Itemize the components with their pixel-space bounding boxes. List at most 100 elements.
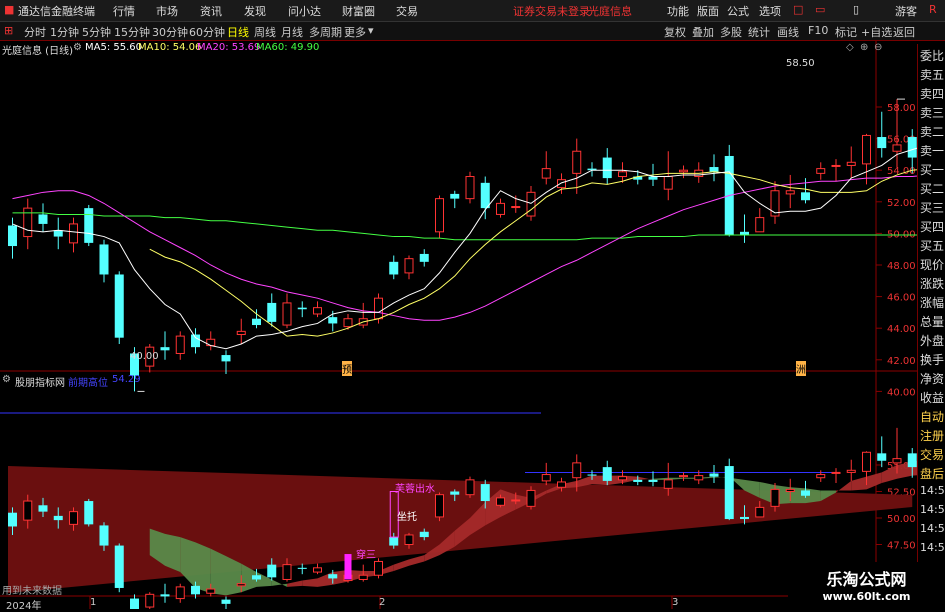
yaxis-tick-label: 42.00 — [887, 356, 916, 367]
ma5-line — [12, 147, 917, 350]
sidebar-item[interactable]: 总量 — [920, 313, 944, 330]
ma10-label: MA10: 54.06 — [138, 42, 202, 53]
sidebar-item[interactable]: 14:56 — [920, 503, 945, 516]
main-candle-body — [297, 307, 307, 310]
indicator-tick-label: 50.00 — [887, 514, 916, 525]
btn-multistock[interactable]: 多股 — [720, 24, 742, 40]
sidebar-item[interactable]: 收益 — [920, 389, 944, 406]
menu-news[interactable]: 资讯 — [200, 3, 222, 19]
btn-f10[interactable]: F10 — [808, 24, 828, 37]
indicator-candle-body — [709, 473, 719, 477]
btn-adjust[interactable]: 复权 — [664, 24, 686, 40]
ma60-label: MA60: 49.90 — [256, 42, 320, 53]
sidebar-item[interactable]: 涨跌 — [920, 275, 944, 292]
period-intraday[interactable]: 分时 — [24, 24, 46, 40]
sidebar-item[interactable]: 买三 — [920, 199, 944, 216]
sidebar-item[interactable]: 14:56 — [920, 541, 945, 554]
sidebar-item[interactable]: 外盘 — [920, 332, 944, 349]
sidebar-item[interactable]: 卖三 — [920, 104, 944, 121]
sidebar-item[interactable]: 卖二 — [920, 123, 944, 140]
period-multi[interactable]: 多周期 — [309, 24, 342, 40]
indicator-settings-icon[interactable]: ⚙ — [2, 374, 11, 385]
btn-overlay[interactable]: 叠加 — [692, 24, 714, 40]
indicator-candle-body — [282, 564, 292, 580]
guest-label[interactable]: 游客 — [895, 3, 917, 19]
main-candle-body — [435, 198, 444, 233]
main-candle-body — [541, 168, 551, 179]
sidebar-item[interactable]: 卖一 — [920, 142, 944, 159]
sidebar-item[interactable]: 换手 — [920, 351, 944, 368]
indicator-candle-body — [511, 499, 521, 502]
btn-add-watch[interactable]: +自选 — [861, 24, 892, 40]
period-30min[interactable]: 30分钟 — [152, 24, 188, 40]
kline-chart[interactable]: 58.0056.0054.0052.0050.0048.0046.0044.00… — [0, 41, 917, 609]
chevron-down-icon[interactable]: ▾ — [368, 24, 374, 37]
menu-trade[interactable]: 交易 — [396, 3, 418, 19]
indicator-candle-body — [23, 500, 33, 521]
menu-quotes[interactable]: 行情 — [113, 3, 135, 19]
period-weekly[interactable]: 周线 — [254, 24, 276, 40]
zoom-out-icon[interactable]: ⊖ — [874, 42, 882, 53]
server-icon[interactable]: □ — [793, 3, 803, 16]
menu-discover[interactable]: 发现 — [244, 3, 266, 19]
indicator-cloud — [866, 472, 882, 490]
sidebar-item[interactable]: 买一 — [920, 161, 944, 178]
watermark-url: www.60lt.com — [822, 590, 911, 603]
main-candle-body — [236, 330, 246, 336]
sidebar-item[interactable]: 自动 — [920, 408, 944, 425]
period-5min[interactable]: 5分钟 — [82, 24, 111, 40]
sidebar-item[interactable]: 卖四 — [920, 85, 944, 102]
period-more[interactable]: 更多 — [344, 24, 366, 40]
sidebar-item[interactable]: 涨幅 — [920, 294, 944, 311]
indicator-cloud — [409, 555, 425, 566]
login-status[interactable]: 证券交易未登录 — [513, 3, 590, 19]
menu-functions[interactable]: 功能 — [667, 3, 689, 19]
indicator-candle-body — [191, 585, 200, 595]
ma5-label: MA5: 55.60 — [85, 42, 143, 53]
menu-wealth[interactable]: 财富圈 — [342, 3, 375, 19]
sidebar-item[interactable]: 现价 — [920, 256, 944, 273]
period-60min[interactable]: 60分钟 — [189, 24, 225, 40]
sidebar-item[interactable]: 卖五 — [920, 66, 944, 83]
btn-back[interactable]: 返回 — [893, 24, 915, 40]
main-candle-body — [862, 134, 871, 165]
settings-icon[interactable]: ⚙ — [73, 42, 82, 53]
phone-icon[interactable]: ▯ — [853, 3, 859, 16]
forecast-mark[interactable]: 预 — [342, 361, 352, 376]
sidebar-item[interactable]: 委比 — [920, 47, 944, 64]
event-mark[interactable]: 洲 — [796, 361, 806, 376]
btn-draw[interactable]: 画线 — [777, 24, 799, 40]
indicator-candle-body — [38, 505, 48, 512]
sidebar-item[interactable]: 交易 — [920, 446, 944, 463]
sidebar-item[interactable]: 14:56 — [920, 522, 945, 535]
sidebar-item[interactable]: 注册 — [920, 427, 944, 444]
zoom-in-icon[interactable]: ⊕ — [860, 42, 868, 53]
indicator-cloud — [195, 542, 211, 594]
btn-stats[interactable]: 统计 — [748, 24, 770, 40]
menu-options[interactable]: 选项 — [759, 3, 781, 19]
sidebar-item[interactable]: 盘后 — [920, 465, 944, 482]
period-15min[interactable]: 15分钟 — [114, 24, 150, 40]
sidebar-item[interactable]: 净资 — [920, 370, 944, 387]
sidebar-item[interactable]: 买二 — [920, 180, 944, 197]
menu-formula[interactable]: 公式 — [727, 3, 749, 19]
sidebar-item[interactable]: 买五 — [920, 237, 944, 254]
period-1min[interactable]: 1分钟 — [50, 24, 79, 40]
indicator-cloud — [287, 580, 303, 587]
computer-icon[interactable]: ▭ — [815, 3, 825, 16]
indicator-line-value: 54.29 — [112, 374, 141, 385]
period-daily[interactable]: 日线 — [227, 24, 249, 40]
sidebar-item[interactable]: 14:56 — [920, 484, 945, 497]
diamond-icon[interactable]: ◇ — [846, 42, 854, 53]
menu-layout[interactable]: 版面 — [697, 3, 719, 19]
indicator-candle-body — [633, 479, 643, 482]
period-monthly[interactable]: 月线 — [281, 24, 303, 40]
indicator-candle-body — [541, 474, 551, 482]
menu-ask[interactable]: 问小达 — [288, 3, 321, 19]
btn-mark[interactable]: 标记 — [835, 24, 857, 40]
sidebar-item[interactable]: 买四 — [920, 218, 944, 235]
expand-icon[interactable]: ⊞ — [4, 24, 13, 37]
xaxis-month-2: 2 — [379, 597, 386, 608]
indicator-candle-body — [221, 599, 231, 604]
menu-market[interactable]: 市场 — [156, 3, 178, 19]
